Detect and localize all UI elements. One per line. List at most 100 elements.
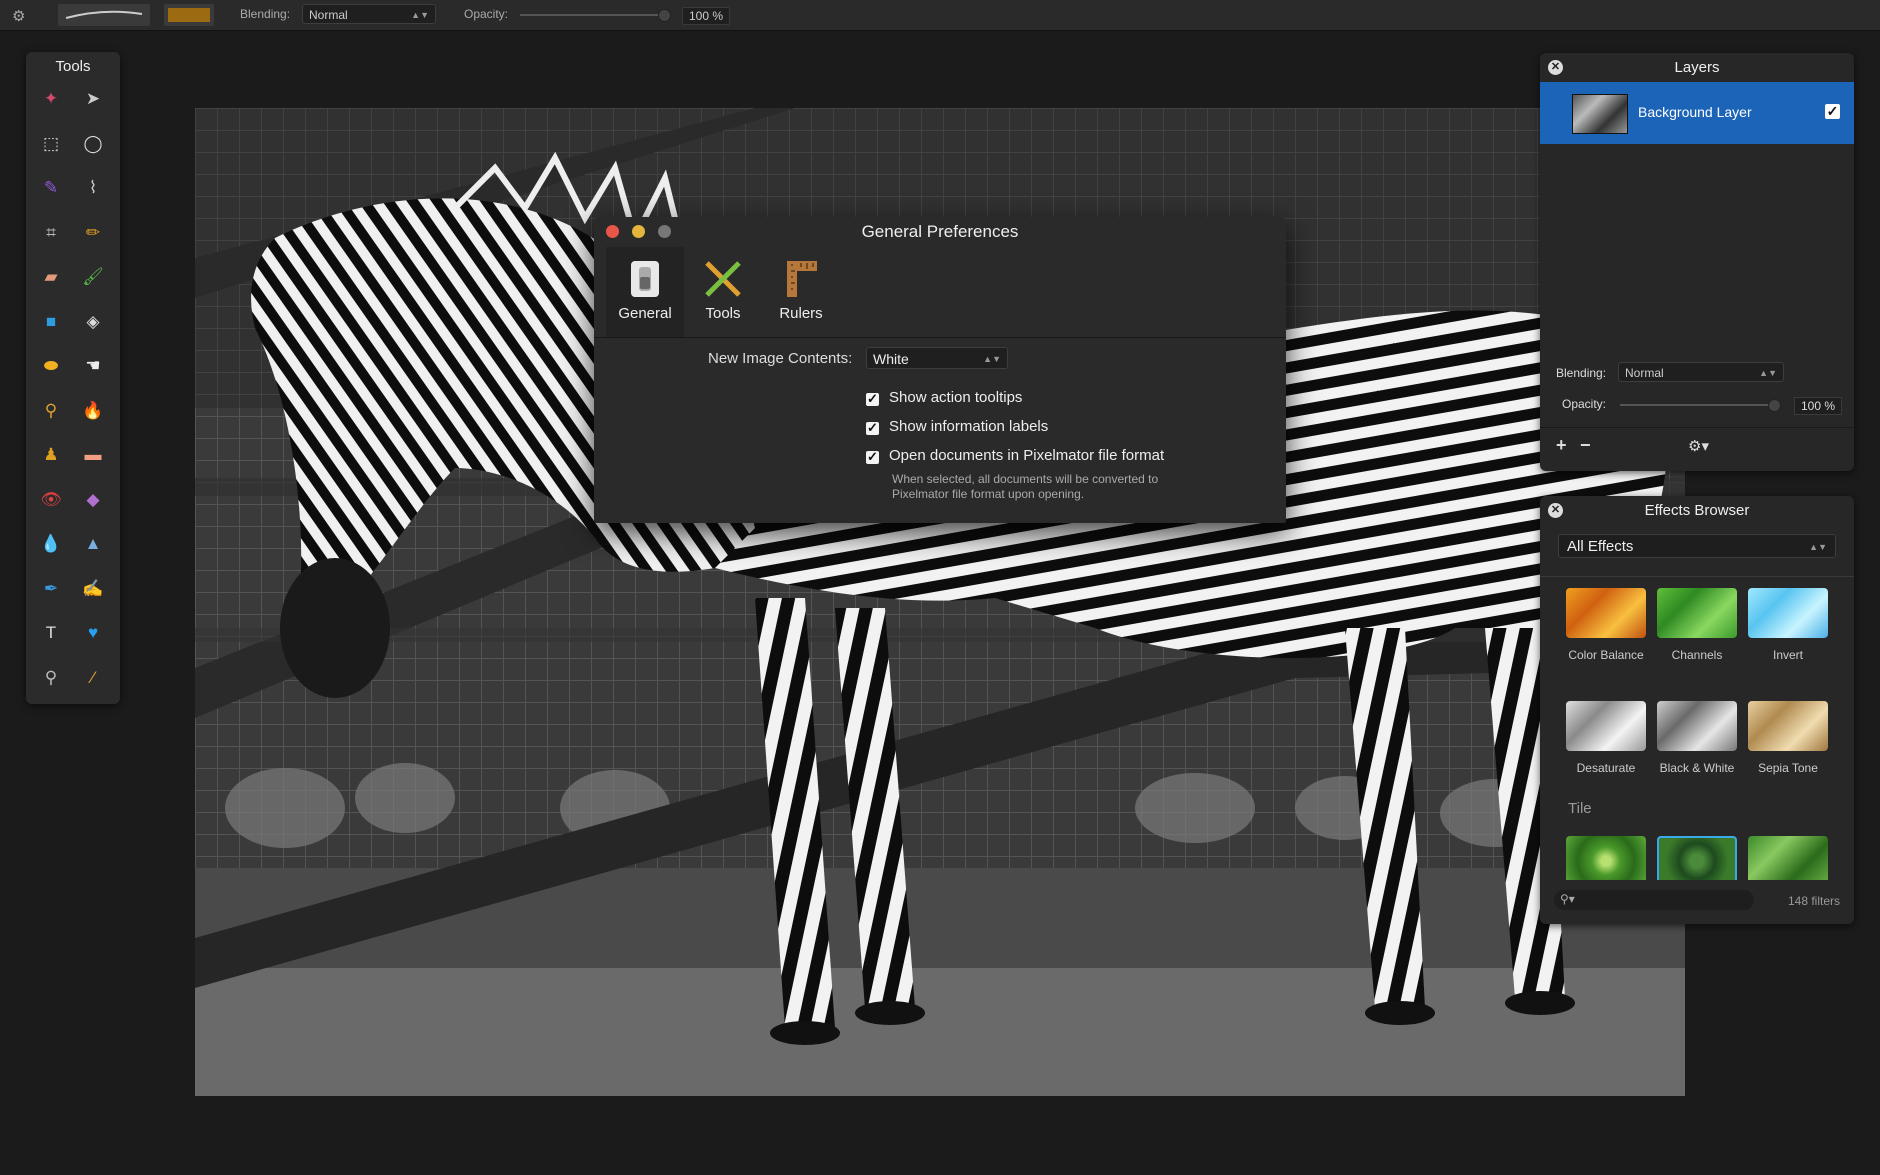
divider — [1540, 427, 1854, 428]
remove-layer-button[interactable]: − — [1580, 435, 1591, 456]
gear-icon[interactable]: ⚙ — [12, 7, 30, 25]
color-well[interactable] — [164, 4, 214, 26]
type-icon[interactable]: T — [34, 616, 68, 650]
tab-rulers[interactable]: Rulers — [762, 247, 840, 337]
effect-channels[interactable]: Channels — [1657, 588, 1737, 662]
opacity-slider-knob[interactable] — [658, 9, 671, 22]
layer-name: Background Layer — [1638, 104, 1752, 120]
eraser-icon[interactable]: ▰ — [34, 260, 68, 294]
clone-stamp-icon[interactable]: ♟ — [34, 438, 68, 472]
effect-label: Color Balance — [1568, 648, 1644, 662]
layer-blending-label: Blending: — [1556, 366, 1607, 380]
layers-title: Layers — [1674, 59, 1720, 76]
sharpen-cone-icon[interactable]: ▲ — [76, 527, 110, 561]
minimize-button[interactable] — [632, 225, 645, 238]
lasso-icon[interactable]: ⌇ — [76, 171, 110, 205]
shape-rect-icon[interactable]: ■ — [34, 305, 68, 339]
tools-icon — [703, 259, 743, 299]
move-arrow-icon[interactable]: ➤ — [76, 82, 110, 116]
effect-thumbnail — [1566, 588, 1646, 638]
blending-select[interactable]: Normal ▲▼ — [302, 4, 436, 24]
smudge-icon[interactable]: ☚ — [76, 349, 110, 383]
general-preferences-dialog: General Preferences General Tools Rulers… — [594, 217, 1286, 523]
effect-desaturate[interactable]: Desaturate — [1566, 701, 1646, 775]
tab-rulers-label: Rulers — [779, 305, 823, 322]
opacity-slider[interactable] — [520, 9, 671, 22]
magic-wand-icon[interactable]: ✦ — [34, 82, 68, 116]
heal-bandage-icon[interactable]: ▬ — [76, 438, 110, 472]
light-eraser-icon[interactable]: ◆ — [76, 483, 110, 517]
effect-label: Invert — [1772, 648, 1803, 662]
crop-icon[interactable]: ⌗ — [34, 216, 68, 250]
effect-black-white[interactable]: Black & White — [1657, 701, 1737, 775]
red-eye-icon[interactable]: 👁 — [34, 483, 68, 517]
tab-general-label: General — [618, 305, 672, 322]
options-bar: ⚙ Blending: Normal ▲▼ Opacity: 100 % — [0, 0, 1880, 31]
checkbox-open-in-pixelmator-format[interactable]: ✓ Open documents in Pixelmator file forma… — [866, 447, 1164, 464]
layer-opacity-value[interactable]: 100 % — [1794, 397, 1843, 415]
effects-category-select[interactable]: All Effects ▲▼ — [1558, 534, 1836, 558]
quick-select-icon[interactable]: ✎ — [34, 171, 68, 205]
checkbox-show-information-labels[interactable]: ✓ Show information labels — [866, 418, 1048, 435]
brush-preview[interactable] — [58, 4, 150, 26]
layer-opacity-knob[interactable] — [1768, 399, 1781, 412]
effect-thumbnail — [1566, 836, 1646, 886]
effect-thumbnail — [1566, 701, 1646, 751]
ellipse-select-icon[interactable]: ◯ — [76, 127, 110, 161]
layer-opacity-label: Opacity: — [1562, 397, 1607, 411]
checkbox-label: Show information labels — [889, 418, 1049, 435]
close-button[interactable] — [606, 225, 619, 238]
pen-icon[interactable]: ✒ — [34, 572, 68, 606]
layers-panel: ✕ Layers Background Layer ✓ Blending: No… — [1540, 53, 1854, 471]
checkbox-label: Open documents in Pixelmator file format — [889, 447, 1165, 464]
effect-label: Black & White — [1659, 761, 1735, 775]
effect-thumbnail — [1748, 588, 1828, 638]
tools-palette: Tools ✦ ➤ ⬚ ◯ ✎ ⌇ ⌗ ✏ ▰ 🖌 ■ ◈ ⬬ ☚ ⚲ 🔥 ♟ ▬ 👁 ◆ 💧 ▲ ✒ ✍ T ♥ ⚲ ⁄ — [26, 52, 120, 704]
tab-general[interactable]: General — [606, 247, 684, 337]
rect-select-icon[interactable]: ⬚ — [34, 127, 68, 161]
effect-color-balance[interactable]: Color Balance — [1566, 588, 1646, 662]
layer-visibility-checkbox[interactable]: ✓ — [1825, 104, 1840, 119]
paint-bucket-icon[interactable]: ◈ — [76, 305, 110, 339]
dialog-title: General Preferences — [861, 222, 1019, 241]
tab-tools[interactable]: Tools — [684, 247, 762, 337]
effects-title: Effects Browser — [1644, 502, 1750, 519]
layer-settings-gear-icon[interactable]: ⚙▾ — [1688, 437, 1709, 455]
sponge-icon[interactable]: ⬬ — [34, 349, 68, 383]
layer-row-background[interactable]: Background Layer ✓ — [1540, 82, 1854, 144]
checkmark-icon[interactable]: ✓ — [866, 421, 879, 435]
new-image-contents-select[interactable]: White ▲▼ — [866, 347, 1008, 369]
effect-label: Sepia Tone — [1758, 761, 1818, 775]
layer-opacity-slider[interactable] — [1620, 399, 1781, 412]
new-image-contents-value: White — [873, 351, 909, 367]
effect-invert[interactable]: Invert — [1748, 588, 1828, 662]
burn-icon[interactable]: 🔥 — [76, 394, 110, 428]
brush-icon[interactable]: 🖌 — [76, 260, 110, 294]
eyedropper-icon[interactable]: ⁄ — [76, 661, 110, 695]
blending-label: Blending: — [240, 7, 291, 21]
close-icon[interactable]: ✕ — [1548, 503, 1563, 518]
divider — [1540, 576, 1854, 577]
checkmark-icon[interactable]: ✓ — [866, 392, 879, 406]
zoom-icon[interactable]: ⚲ — [34, 661, 68, 695]
effect-sepia-tone[interactable]: Sepia Tone — [1748, 701, 1828, 775]
help-text: When selected, all documents will be con… — [892, 472, 1212, 502]
close-icon[interactable]: ✕ — [1548, 60, 1563, 75]
checkmark-icon[interactable]: ✓ — [866, 450, 879, 464]
filter-count: 148 filters — [1787, 894, 1840, 908]
effects-search-input[interactable]: ⚲▾ — [1554, 890, 1754, 910]
blur-drop-icon[interactable]: 💧 — [34, 527, 68, 561]
color-swatch — [168, 8, 210, 22]
effect-label: Desaturate — [1576, 761, 1636, 775]
layer-blending-select[interactable]: Normal ▲▼ — [1618, 362, 1784, 382]
tab-tools-label: Tools — [705, 305, 741, 322]
checkbox-show-action-tooltips[interactable]: ✓ Show action tooltips — [866, 389, 1022, 406]
dodge-icon[interactable]: ⚲ — [34, 394, 68, 428]
zoom-button[interactable] — [658, 225, 671, 238]
freeform-pen-icon[interactable]: ✍ — [76, 572, 110, 606]
custom-shape-heart-icon[interactable]: ♥ — [76, 616, 110, 650]
opacity-value[interactable]: 100 % — [682, 7, 731, 25]
layers-titlebar: ✕ Layers — [1540, 53, 1854, 81]
pencil-icon[interactable]: ✏ — [76, 216, 110, 250]
add-layer-button[interactable]: + — [1556, 435, 1567, 456]
